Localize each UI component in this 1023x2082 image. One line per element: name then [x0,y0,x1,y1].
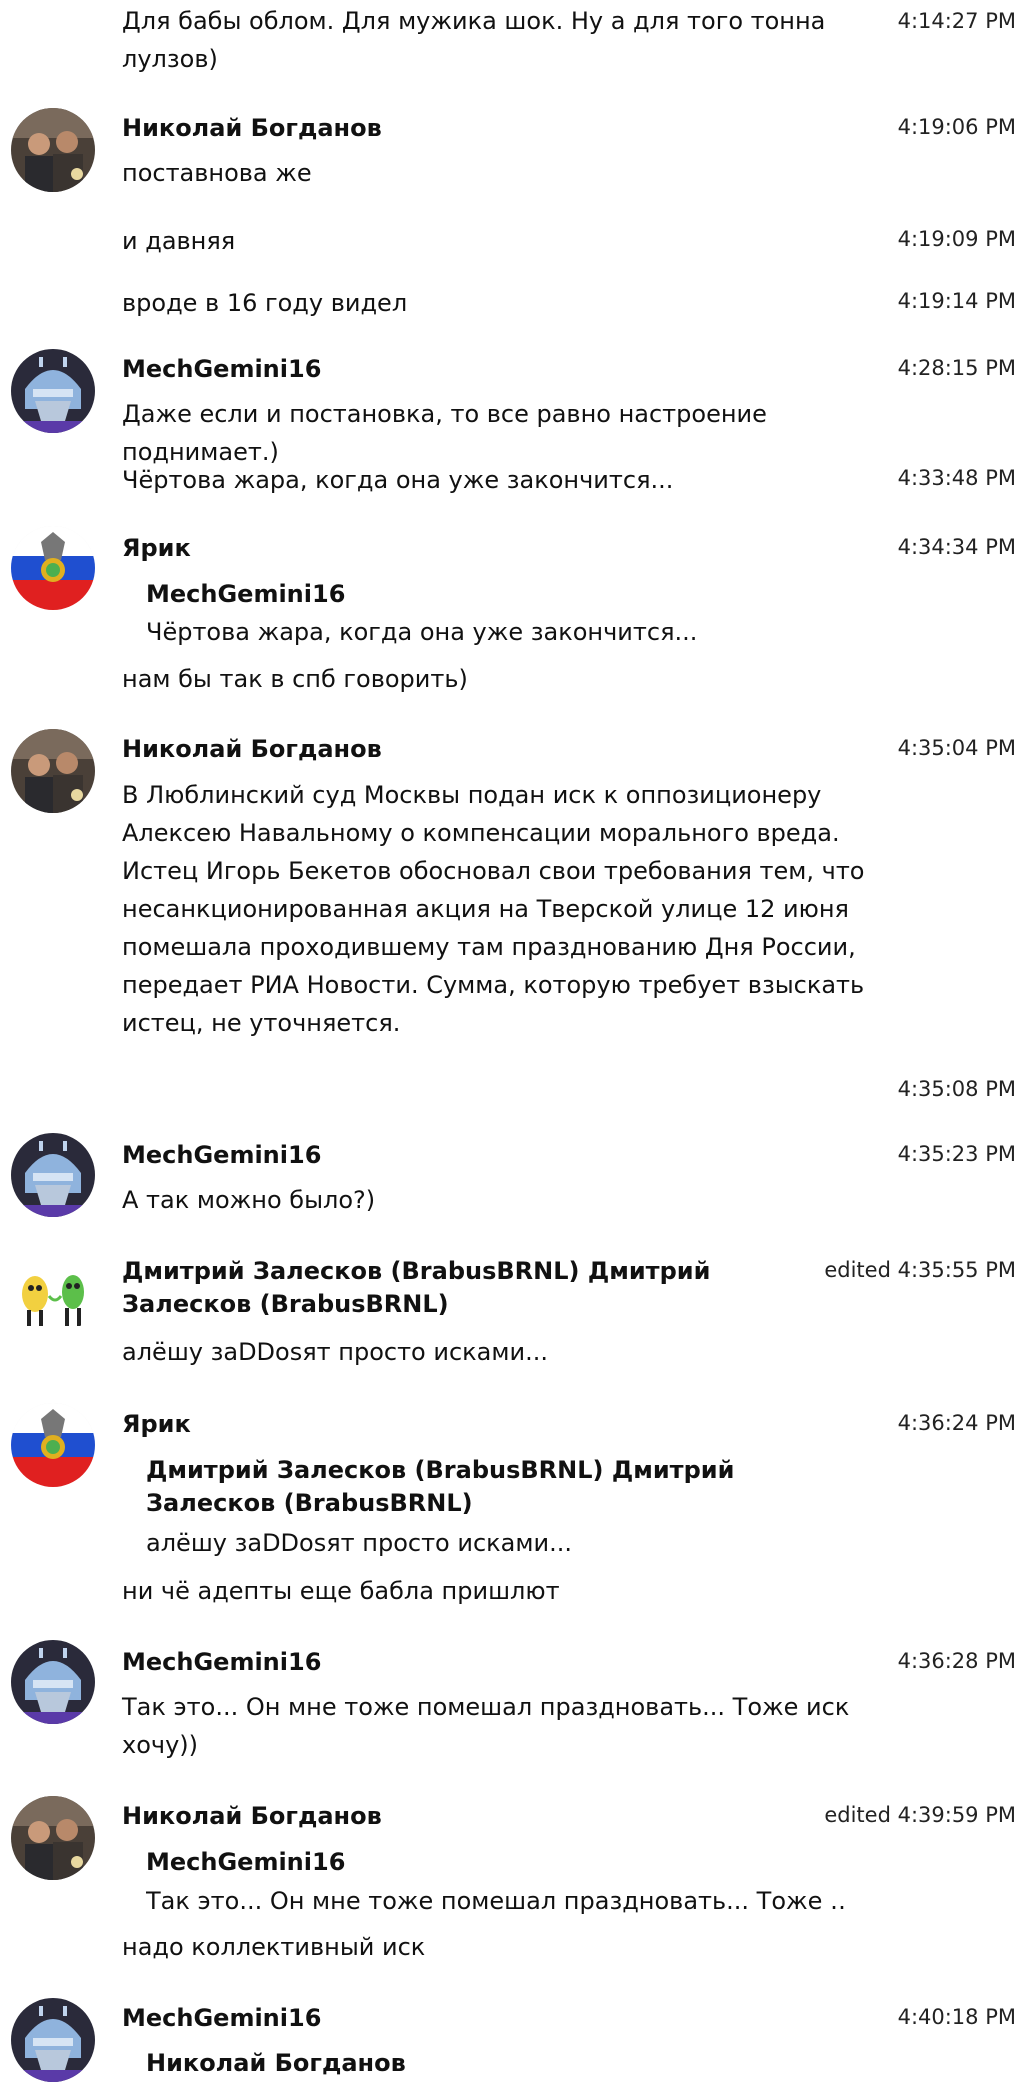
message-timestamp: 4:34:34 PM [897,535,1016,559]
message-timestamp: 4:19:09 PM [897,227,1016,251]
photo-avatar-icon [11,108,95,192]
message-text[interactable]: Так это... Он мне тоже помешал празднова… [122,1688,862,1764]
helmet-avatar-icon [11,1640,95,1724]
message-timestamp: 4:35:08 PM [897,1077,1016,1101]
helmet-avatar-icon [11,1998,95,2082]
photo-avatar-icon [11,729,95,813]
helmet-avatar-icon [11,349,95,433]
message-text[interactable]: ни чё адепты еще бабла пришлют [122,1572,892,1610]
avatar-mech[interactable] [11,1998,95,2082]
message-author[interactable]: Ярик [122,532,802,565]
flag-emblem-avatar-icon [11,1403,95,1487]
avatar-nikolay[interactable] [11,1796,95,1880]
message-text[interactable]: алёшу заDDosят просто исками... [122,1333,892,1371]
avatar-dmitry[interactable] [11,1252,95,1336]
message-author[interactable]: Дмитрий Залесков (BrabusBRNL) Дмитрий За… [122,1255,802,1321]
quote-text[interactable]: Чёртова жара, когда она уже закончится..… [146,615,846,649]
avatar-mech[interactable] [11,1640,95,1724]
message-timestamp: 4:33:48 PM [897,466,1016,490]
flag-emblem-avatar-icon [11,526,95,610]
message-timestamp: 4:36:24 PM [897,1411,1016,1435]
helmet-avatar-icon [11,1133,95,1217]
cartoon-characters-icon [11,1252,95,1336]
message-text[interactable]: вроде в 16 году видел [122,284,892,322]
avatar-nikolay[interactable] [11,108,95,192]
avatar-yarik[interactable] [11,1403,95,1487]
quote-text[interactable]: Так это... Он мне тоже помешал празднова… [146,1884,846,1918]
quote-author[interactable]: MechGemini16 [146,578,846,611]
avatar-mech[interactable] [11,1133,95,1217]
message-text[interactable]: нам бы так в спб говорить) [122,660,892,698]
message-timestamp: 4:40:18 PM [897,2005,1016,2029]
message-text[interactable]: поставнова же [122,154,892,192]
message-timestamp: 4:14:27 PM [897,9,1016,33]
message-timestamp: edited 4:39:59 PM [824,1803,1016,1827]
message-text[interactable]: А так можно было?) [122,1181,892,1219]
avatar-yarik[interactable] [11,526,95,610]
message-author[interactable]: MechGemini16 [122,2002,802,2035]
message-author[interactable]: Николай Богданов [122,1800,802,1833]
quote-text[interactable]: алёшу заDDosят просто исками... [146,1526,846,1560]
message-author[interactable]: MechGemini16 [122,1139,802,1172]
photo-avatar-icon [11,1796,95,1880]
message-author[interactable]: Николай Богданов [122,112,802,145]
message-text[interactable]: В Люблинский суд Москвы подан иск к оппо… [122,776,892,1042]
message-timestamp: edited 4:35:55 PM [824,1258,1016,1282]
message-text[interactable]: надо коллективный иск [122,1928,892,1966]
message-timestamp: 4:19:14 PM [897,289,1016,313]
message-author[interactable]: MechGemini16 [122,1646,802,1679]
quote-author[interactable]: MechGemini16 [146,1846,846,1879]
message-author[interactable]: MechGemini16 [122,353,802,386]
message-timestamp: 4:35:23 PM [897,1142,1016,1166]
message-text[interactable]: Чёртова жара, когда она уже закончится..… [122,461,892,499]
message-timestamp: 4:28:15 PM [897,356,1016,380]
avatar-nikolay[interactable] [11,729,95,813]
avatar-mech[interactable] [11,349,95,433]
message-author[interactable]: Николай Богданов [122,733,802,766]
quote-author[interactable]: Дмитрий Залесков (BrabusBRNL) Дмитрий За… [146,1454,826,1520]
quote-author[interactable]: Николай Богданов [146,2047,846,2080]
message-text[interactable]: и давняя [122,222,892,260]
message-text[interactable]: Для бабы облом. Для мужика шок. Ну а для… [122,2,862,78]
message-timestamp: 4:36:28 PM [897,1649,1016,1673]
message-text[interactable]: Даже если и постановка, то все равно нас… [122,395,892,471]
message-author[interactable]: Ярик [122,1408,802,1441]
message-timestamp: 4:35:04 PM [897,736,1016,760]
message-timestamp: 4:19:06 PM [897,115,1016,139]
